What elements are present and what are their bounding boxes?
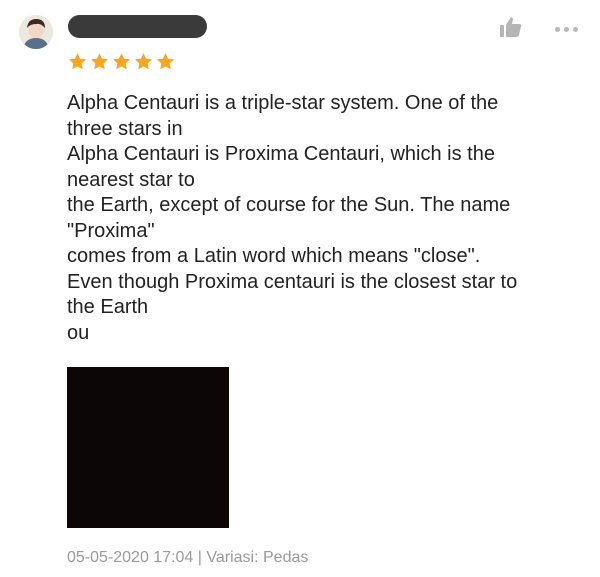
username-redacted: [68, 15, 207, 38]
review-text-line: nearest star to: [67, 168, 195, 191]
review-text-line: Alpha Centauri is a triple-star system. …: [67, 92, 499, 114]
review-date: 05-05-2020 17:04: [67, 549, 194, 566]
review-variant: Variasi: Pedas: [206, 549, 309, 566]
star-icon: [155, 51, 176, 72]
avatar[interactable]: [19, 15, 53, 49]
review-photo[interactable]: [67, 367, 229, 528]
like-button[interactable]: [499, 16, 523, 38]
review-text-line: the Earth, except of course for the Sun.…: [67, 194, 511, 216]
review-text-line: Alpha Centauri is Proxima Centauri, whic…: [67, 143, 495, 165]
review-meta: 05-05-2020 17:04 | Variasi: Pedas: [67, 549, 308, 567]
more-horizontal-icon: [555, 26, 560, 32]
avatar-image: [19, 15, 53, 49]
review-text-line: ou: [67, 321, 90, 344]
more-options-button[interactable]: [555, 25, 585, 33]
star-icon: [67, 51, 88, 72]
star-icon: [111, 51, 132, 72]
thumbs-up-icon: [500, 17, 522, 37]
star-icon: [89, 51, 110, 72]
review-text-line: "Proxima": [67, 219, 155, 242]
meta-separator: |: [197, 549, 202, 566]
review-card: Alpha Centauri is a triple-star system. …: [0, 0, 600, 577]
review-text-line: three stars in: [67, 117, 183, 140]
review-text-line: comes from a Latin word which means "clo…: [67, 245, 481, 267]
rating-stars: [67, 51, 176, 72]
review-text-line: the Earth: [67, 296, 149, 318]
review-text-line: Even though Proxima centauri is the clos…: [67, 270, 518, 293]
review-text: Alpha Centauri is a triple-star system. …: [67, 91, 577, 346]
star-icon: [133, 51, 154, 72]
